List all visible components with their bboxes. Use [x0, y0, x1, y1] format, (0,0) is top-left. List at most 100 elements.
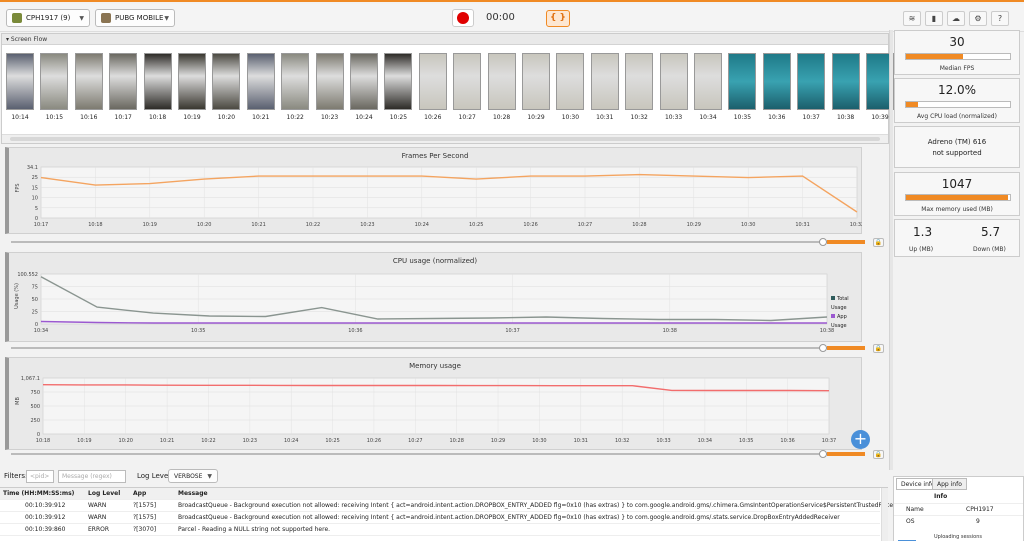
log-level-select[interactable]: VERBOSE ▼ [168, 469, 218, 483]
thumbnail-time-label: 10:35 [733, 114, 752, 121]
panel-divider[interactable] [889, 30, 893, 470]
median-fps-value: 30 [949, 35, 965, 49]
lock-icon[interactable]: 🔒 [873, 450, 884, 459]
screenshot-thumbnail[interactable] [556, 53, 585, 110]
device-select[interactable]: CPH1917 (9) ▼ [6, 9, 90, 27]
screenshot-thumbnail[interactable] [143, 53, 172, 110]
json-export-button[interactable]: { } [546, 10, 570, 27]
log-row[interactable]: 00:10:39:912 WARN ?[1575] BroadcastQueue… [0, 500, 904, 512]
col-message[interactable]: Message [178, 488, 208, 500]
slider-handle[interactable] [819, 238, 827, 246]
scrollbar-thumb[interactable] [10, 137, 880, 141]
info-row-os: OS 9 [894, 515, 1023, 526]
info-header-label: Info [934, 493, 948, 500]
screenshot-thumbnail[interactable] [178, 53, 206, 110]
x-tick-label: 10:23 [243, 438, 257, 444]
record-button[interactable] [452, 9, 474, 27]
lock-icon[interactable]: 🔒 [873, 238, 884, 247]
chevron-down-icon: ▼ [207, 472, 212, 480]
info-row-name: Name CPH1917 [894, 503, 1023, 514]
x-tick-label: 10:28 [632, 222, 646, 228]
screenshot-thumbnail[interactable] [762, 53, 791, 110]
screenshot-thumbnail[interactable] [109, 53, 138, 110]
screenshot-thumbnail[interactable] [797, 53, 826, 110]
screen-flow-header[interactable]: ▾ Screen Flow [2, 34, 888, 45]
screenshot-thumbnail[interactable] [590, 53, 619, 110]
legend-item-app: App Usage [831, 313, 861, 331]
x-tick-label: 10:34 [698, 438, 712, 444]
thumbnail-time-label: 10:30 [561, 114, 580, 121]
x-tick-label: 10:25 [469, 222, 483, 228]
x-tick-label: 10:37 [505, 328, 519, 334]
slider-handle[interactable] [819, 450, 827, 458]
x-tick-label: 10:18 [36, 438, 50, 444]
screenshot-thumbnail[interactable] [659, 53, 688, 110]
screenshot-thumbnail[interactable] [6, 53, 34, 110]
y-tick-label: 10 [32, 196, 38, 202]
log-row[interactable]: 00:10:39:860 ERROR ?[3070] Parcel - Read… [0, 524, 880, 536]
cpu-bar [905, 101, 1011, 108]
cloud-icon[interactable]: ☁ [947, 11, 965, 26]
filters-label: Filters: [4, 472, 28, 480]
download-value: 5.7 [981, 225, 1001, 239]
screenshot-thumbnail[interactable] [487, 53, 516, 110]
add-marker-button[interactable]: + [851, 430, 870, 449]
cpu-bar-fill [906, 102, 919, 107]
memory-bar-fill [906, 195, 1008, 200]
screenshot-thumbnail[interactable] [625, 53, 654, 110]
screenshot-thumbnail[interactable] [246, 53, 275, 110]
col-time[interactable]: Time (HH:MM:SS:ms) [3, 488, 74, 500]
slider-handle[interactable] [819, 344, 827, 352]
info-key: OS [906, 518, 915, 525]
screenshot-thumbnail[interactable] [522, 53, 550, 110]
pid-filter-input[interactable]: <pid> [26, 470, 54, 483]
log-message: Parcel - Reading a NULL string not suppo… [178, 526, 331, 533]
x-tick-label: 10:22 [306, 222, 320, 228]
screenshot-thumbnail[interactable] [694, 53, 722, 110]
screenshot-thumbnail[interactable] [453, 53, 482, 110]
screenshot-thumbnail[interactable] [418, 53, 447, 110]
lock-icon[interactable]: 🔒 [873, 344, 884, 353]
log-row[interactable]: 00:10:39:912 WARN ?[1575] BroadcastQueue… [0, 512, 880, 524]
message-filter-input[interactable]: Message (regex) [58, 470, 126, 483]
log-scrollbar[interactable] [881, 488, 888, 541]
thumbnail-time-label: 10:14 [11, 114, 29, 121]
avg-cpu-value: 12.0% [937, 83, 977, 97]
y-tick-label: 100.552 [17, 272, 38, 278]
screenshot-thumbnail[interactable] [350, 53, 378, 110]
screenshot-thumbnail[interactable] [212, 53, 241, 110]
download-label: Down (MB) [973, 246, 1006, 253]
screenshot-thumbnail[interactable] [74, 53, 103, 110]
col-level[interactable]: Log Level [88, 488, 120, 500]
log-time: 00:10:39:912 [25, 514, 66, 521]
x-tick-label: 10:36 [348, 328, 362, 334]
y-tick-label: 15 [32, 185, 38, 191]
tab-app-info[interactable]: App info [932, 478, 967, 490]
memory-bar [905, 194, 1011, 201]
app-select[interactable]: PUBG MOBILE ▼ [95, 9, 175, 27]
screenshot-thumbnail[interactable] [384, 53, 413, 110]
screenshot-thumbnail[interactable] [315, 53, 344, 110]
legend-item-total: Total Usage [831, 295, 861, 313]
max-memory-value: 1047 [941, 177, 973, 191]
thumbnail-time-label: 10:15 [45, 114, 64, 121]
info-value: CPH1917 [966, 506, 994, 513]
memory-timeline-slider[interactable] [5, 449, 865, 459]
screenshot-thumbnail[interactable] [281, 53, 310, 110]
trash-icon[interactable]: ▮ [925, 11, 943, 26]
help-icon[interactable]: ? [991, 11, 1009, 26]
screenshot-thumbnail[interactable] [831, 53, 860, 110]
thumbnail-time-label: 10:33 [664, 114, 683, 121]
screenshot-thumbnail[interactable] [40, 53, 69, 110]
col-app[interactable]: App [133, 488, 146, 500]
thumbnail-time-label: 10:36 [768, 114, 786, 121]
y-tick-label: 50 [32, 297, 38, 303]
screenshot-thumbnail[interactable] [728, 53, 757, 110]
screen-flow-scrollbar[interactable] [2, 134, 888, 143]
x-tick-label: 10:30 [741, 222, 755, 228]
fps-timeline-slider[interactable] [5, 237, 865, 247]
cpu-timeline-slider[interactable] [5, 343, 865, 353]
wifi-icon[interactable]: ≋ [903, 11, 921, 26]
settings-icon[interactable]: ⚙ [969, 11, 987, 26]
info-value: 9 [976, 518, 980, 525]
